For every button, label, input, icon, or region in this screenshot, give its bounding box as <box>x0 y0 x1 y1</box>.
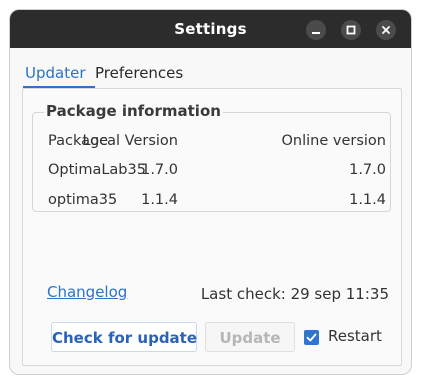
column-header-local-version: Local Version <box>82 133 178 149</box>
online-version: 1.1.4 <box>349 192 386 208</box>
checkmark-icon <box>306 333 317 342</box>
title-bar[interactable]: Settings <box>10 10 411 48</box>
restart-label: Restart <box>328 327 382 345</box>
tab-updater[interactable]: Updater <box>25 64 86 82</box>
package-name: OptimaLab35 <box>48 162 146 178</box>
last-check-text: Last check: 29 sep 11:35 <box>200 285 389 303</box>
settings-window: Settings Updater Preferences Package inf… <box>10 10 411 374</box>
column-header-online-version: Online version <box>281 133 387 149</box>
package-name: optima35 <box>48 192 118 208</box>
updater-panel: Package information Package Local Versio… <box>22 88 402 366</box>
close-icon <box>382 26 390 34</box>
close-button[interactable] <box>376 20 396 40</box>
local-version: 1.7.0 <box>141 162 178 178</box>
restart-checkbox[interactable] <box>304 330 319 345</box>
local-version: 1.1.4 <box>141 192 178 208</box>
online-version: 1.7.0 <box>349 162 386 178</box>
minimize-button[interactable] <box>306 20 326 40</box>
changelog-link[interactable]: Changelog <box>47 283 127 301</box>
maximize-button[interactable] <box>341 20 361 40</box>
minimize-icon <box>312 32 320 34</box>
maximize-icon <box>346 25 356 35</box>
tab-preferences[interactable]: Preferences <box>95 64 183 82</box>
check-for-update-button[interactable]: Check for update <box>51 322 197 352</box>
update-button[interactable]: Update <box>205 322 295 352</box>
package-info-title: Package information <box>44 102 223 120</box>
